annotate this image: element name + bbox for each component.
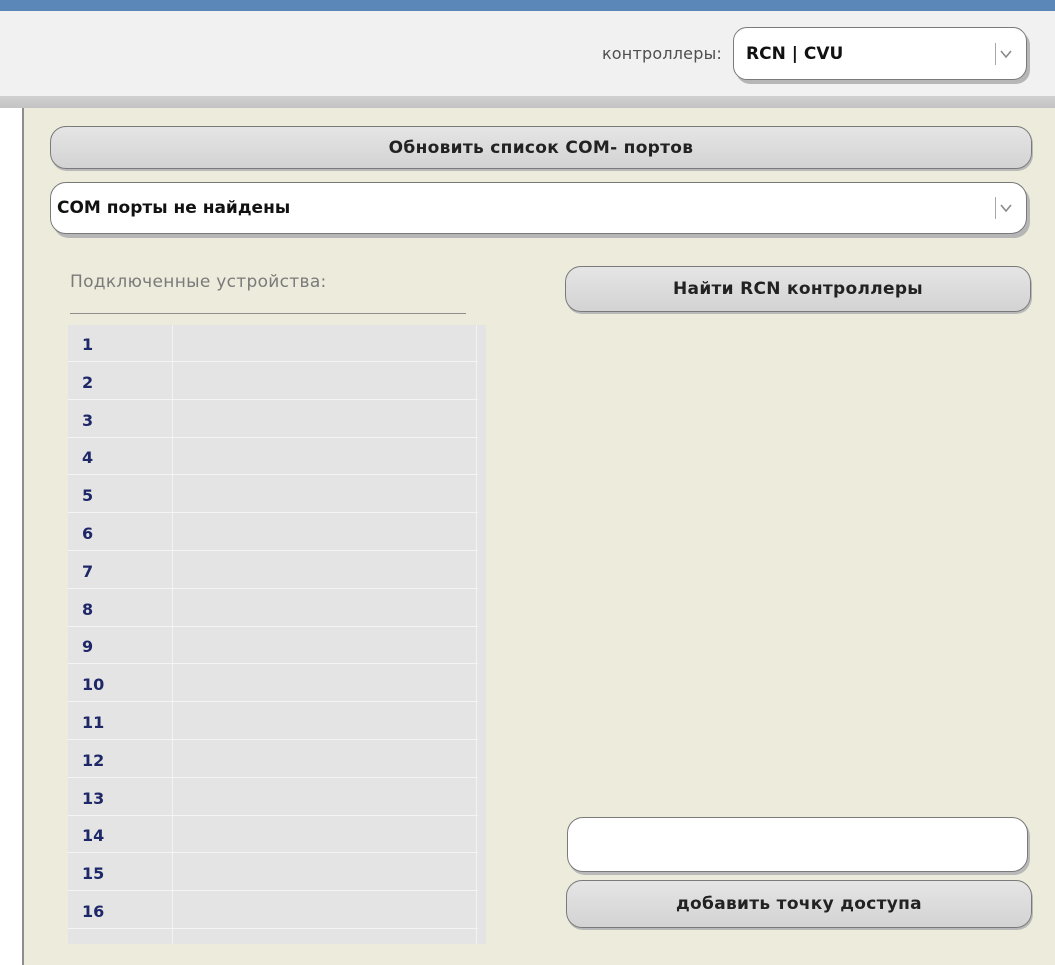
com-port-select[interactable]: COM порты не найдены: [50, 182, 1027, 234]
table-row[interactable]: 14: [68, 816, 478, 854]
device-number: 6: [82, 524, 94, 543]
connected-devices-label: Подключенные устройства:: [70, 272, 327, 292]
controllers-label: контроллеры:: [601, 44, 722, 63]
table-row[interactable]: 5: [68, 476, 478, 514]
table-row[interactable]: 15: [68, 854, 478, 892]
device-number: 8: [82, 599, 94, 619]
table-row[interactable]: 12: [68, 741, 478, 778]
chevron-down-icon[interactable]: [995, 42, 1016, 65]
table-row[interactable]: 11: [68, 703, 478, 740]
refresh-com-ports-button[interactable]: Обновить список COM- портов: [50, 126, 1032, 169]
device-number: 2: [82, 372, 94, 392]
table-row[interactable]: 6: [68, 514, 478, 551]
access-point-input[interactable]: [567, 817, 1028, 872]
device-number: 11: [82, 713, 105, 732]
table-row[interactable]: 10: [68, 665, 478, 703]
table-row[interactable]: 1: [68, 325, 478, 362]
device-number: 15: [82, 864, 105, 884]
table-row[interactable]: 13: [68, 779, 478, 816]
table-row[interactable]: 2: [68, 363, 478, 400]
table-row[interactable]: 7: [68, 552, 478, 589]
window-top-bar: [0, 0, 1055, 11]
chevron-down-icon[interactable]: [995, 197, 1016, 219]
device-number: 1: [82, 335, 94, 354]
table-row[interactable]: 9: [68, 627, 478, 665]
device-number: 7: [82, 561, 94, 581]
device-number: 13: [82, 788, 105, 808]
device-number: 5: [82, 486, 94, 506]
device-number: 16: [82, 902, 105, 921]
device-number: 14: [82, 826, 105, 846]
header-divider: [0, 96, 1055, 108]
add-access-point-button[interactable]: добавить точку доступа: [566, 880, 1032, 928]
controllers-select[interactable]: RCN | CVU: [733, 27, 1027, 80]
controllers-select-value: RCN | CVU: [746, 43, 844, 64]
com-port-select-value: COM порты не найдены: [57, 198, 291, 218]
device-number: 9: [82, 637, 94, 657]
device-number: 4: [82, 448, 94, 468]
table-row[interactable]: 4: [68, 438, 478, 476]
device-number: 3: [82, 410, 94, 430]
table-row[interactable]: 3: [68, 401, 478, 438]
devices-label-underline: [70, 313, 466, 314]
table-row[interactable]: 16: [68, 892, 478, 929]
header-bar: контроллеры: RCN | CVU: [0, 11, 1055, 96]
table-row[interactable]: 8: [68, 590, 478, 627]
find-rcn-controllers-button[interactable]: Найти RCN контроллеры: [565, 266, 1031, 312]
device-number: 10: [82, 675, 105, 695]
device-number: 12: [82, 750, 105, 770]
devices-table: 1 2 3 4 5 6 7 8 9 10 11 12 13 14 15 16: [68, 325, 486, 944]
